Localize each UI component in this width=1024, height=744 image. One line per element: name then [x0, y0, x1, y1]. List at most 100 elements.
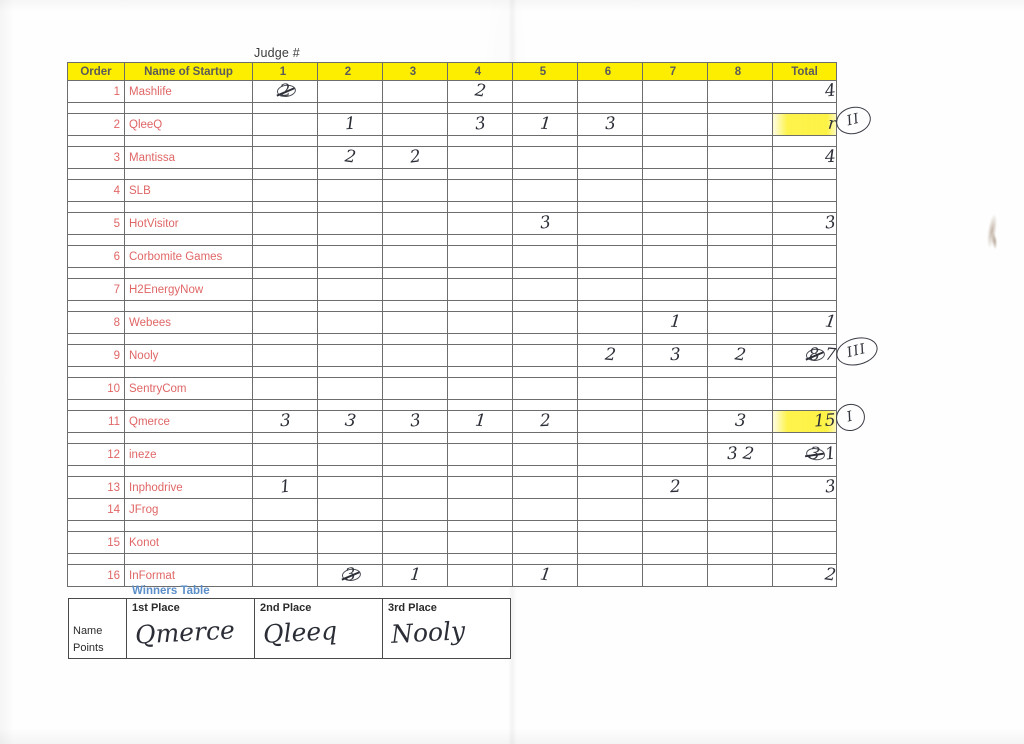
score-cell-judge-8[interactable]: [707, 377, 773, 400]
score-cell-judge-7[interactable]: [642, 212, 708, 235]
score-cell-judge-5[interactable]: [512, 377, 578, 400]
score-cell-judge-8[interactable]: [707, 564, 773, 587]
score-cell-judge-1[interactable]: [252, 443, 318, 466]
score-cell-judge-4[interactable]: [447, 344, 513, 367]
score-cell-judge-4[interactable]: [447, 564, 513, 587]
score-cell-judge-3[interactable]: [382, 344, 448, 367]
total-cell[interactable]: r: [772, 113, 837, 136]
score-cell-judge-4[interactable]: [447, 476, 513, 499]
score-cell-judge-6[interactable]: [577, 476, 643, 499]
total-cell[interactable]: [772, 245, 837, 268]
score-cell-judge-2[interactable]: 3: [317, 410, 383, 433]
score-cell-judge-2[interactable]: [317, 531, 383, 554]
total-cell[interactable]: 15: [772, 410, 837, 433]
total-cell[interactable]: 3: [772, 476, 837, 499]
score-cell-judge-5[interactable]: [512, 476, 578, 499]
total-cell[interactable]: 31: [772, 443, 837, 466]
score-cell-judge-6[interactable]: [577, 245, 643, 268]
total-cell[interactable]: 87: [772, 344, 837, 367]
score-cell-judge-6[interactable]: [577, 410, 643, 433]
score-cell-judge-4[interactable]: [447, 377, 513, 400]
score-cell-judge-1[interactable]: [252, 531, 318, 554]
score-cell-judge-5[interactable]: [512, 278, 578, 301]
score-cell-judge-1[interactable]: [252, 212, 318, 235]
score-cell-judge-3[interactable]: [382, 113, 448, 136]
score-cell-judge-6[interactable]: [577, 146, 643, 169]
total-cell[interactable]: [772, 377, 837, 400]
score-cell-judge-3[interactable]: [382, 311, 448, 334]
score-cell-judge-4[interactable]: 1: [447, 410, 513, 433]
score-cell-judge-8[interactable]: [707, 278, 773, 301]
score-cell-judge-5[interactable]: [512, 498, 578, 521]
score-cell-judge-1[interactable]: [252, 311, 318, 334]
total-cell[interactable]: 4: [772, 146, 837, 169]
score-cell-judge-5[interactable]: [512, 146, 578, 169]
total-cell[interactable]: 3: [772, 212, 837, 235]
score-cell-judge-1[interactable]: 1: [252, 476, 318, 499]
score-cell-judge-2[interactable]: [317, 80, 383, 103]
score-cell-judge-7[interactable]: [642, 146, 708, 169]
score-cell-judge-5[interactable]: [512, 443, 578, 466]
score-cell-judge-6[interactable]: [577, 531, 643, 554]
score-cell-judge-2[interactable]: 1: [317, 113, 383, 136]
score-cell-judge-7[interactable]: [642, 410, 708, 433]
score-cell-judge-7[interactable]: [642, 179, 708, 202]
score-cell-judge-2[interactable]: [317, 476, 383, 499]
score-cell-judge-4[interactable]: [447, 498, 513, 521]
score-cell-judge-8[interactable]: 32: [707, 443, 773, 466]
score-cell-judge-3[interactable]: 3: [382, 410, 448, 433]
score-cell-judge-5[interactable]: 1: [512, 564, 578, 587]
score-cell-judge-7[interactable]: [642, 113, 708, 136]
score-cell-judge-6[interactable]: [577, 179, 643, 202]
total-cell[interactable]: [772, 531, 837, 554]
score-cell-judge-3[interactable]: [382, 476, 448, 499]
score-cell-judge-7[interactable]: 2: [642, 476, 708, 499]
score-cell-judge-5[interactable]: 3: [512, 212, 578, 235]
score-cell-judge-4[interactable]: 3: [447, 113, 513, 136]
score-cell-judge-4[interactable]: [447, 146, 513, 169]
score-cell-judge-8[interactable]: [707, 476, 773, 499]
score-cell-judge-2[interactable]: [317, 377, 383, 400]
score-cell-judge-1[interactable]: [252, 377, 318, 400]
score-cell-judge-7[interactable]: [642, 245, 708, 268]
score-cell-judge-8[interactable]: [707, 80, 773, 103]
score-cell-judge-1[interactable]: [252, 245, 318, 268]
score-cell-judge-4[interactable]: [447, 531, 513, 554]
score-cell-judge-6[interactable]: [577, 564, 643, 587]
score-cell-judge-8[interactable]: [707, 146, 773, 169]
score-cell-judge-7[interactable]: [642, 80, 708, 103]
score-cell-judge-5[interactable]: [512, 80, 578, 103]
score-cell-judge-3[interactable]: [382, 80, 448, 103]
score-cell-judge-8[interactable]: 2: [707, 344, 773, 367]
score-cell-judge-1[interactable]: [252, 179, 318, 202]
score-cell-judge-5[interactable]: [512, 344, 578, 367]
score-cell-judge-1[interactable]: 2: [252, 80, 318, 103]
score-cell-judge-8[interactable]: [707, 179, 773, 202]
score-cell-judge-1[interactable]: [252, 278, 318, 301]
score-cell-judge-7[interactable]: [642, 377, 708, 400]
score-cell-judge-3[interactable]: [382, 443, 448, 466]
score-cell-judge-4[interactable]: [447, 278, 513, 301]
score-cell-judge-6[interactable]: [577, 377, 643, 400]
score-cell-judge-1[interactable]: [252, 344, 318, 367]
score-cell-judge-3[interactable]: [382, 531, 448, 554]
score-cell-judge-1[interactable]: [252, 564, 318, 587]
score-cell-judge-2[interactable]: 2: [317, 146, 383, 169]
score-cell-judge-3[interactable]: [382, 245, 448, 268]
score-cell-judge-1[interactable]: [252, 146, 318, 169]
score-cell-judge-7[interactable]: [642, 564, 708, 587]
score-cell-judge-8[interactable]: [707, 245, 773, 268]
score-cell-judge-5[interactable]: 1: [512, 113, 578, 136]
score-cell-judge-8[interactable]: [707, 212, 773, 235]
score-cell-judge-4[interactable]: [447, 311, 513, 334]
score-cell-judge-6[interactable]: 2: [577, 344, 643, 367]
total-cell[interactable]: [772, 278, 837, 301]
score-cell-judge-2[interactable]: 3: [317, 564, 383, 587]
score-cell-judge-6[interactable]: [577, 212, 643, 235]
score-cell-judge-2[interactable]: [317, 344, 383, 367]
total-cell[interactable]: 2: [772, 564, 837, 587]
score-cell-judge-1[interactable]: [252, 498, 318, 521]
score-cell-judge-2[interactable]: [317, 443, 383, 466]
score-cell-judge-6[interactable]: [577, 443, 643, 466]
score-cell-judge-7[interactable]: 3: [642, 344, 708, 367]
